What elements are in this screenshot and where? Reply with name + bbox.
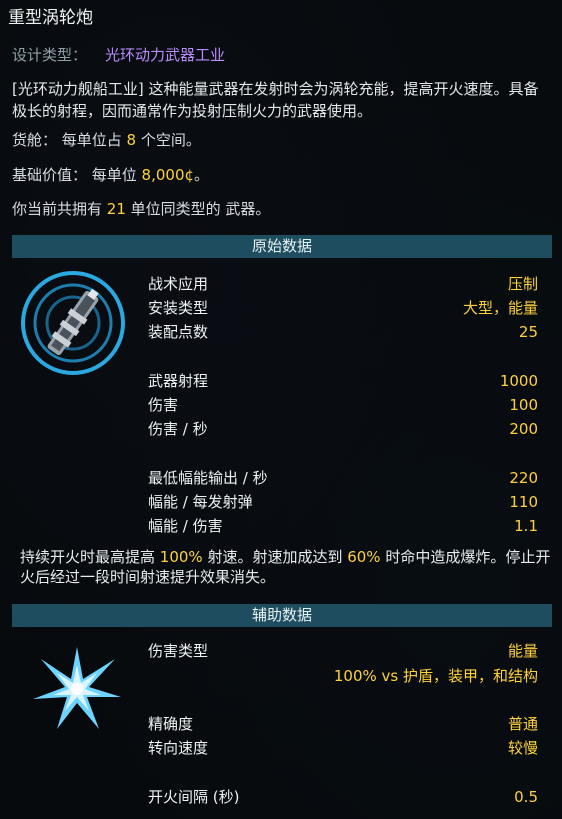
cargo-value: 8 <box>126 131 137 149</box>
stat-value-damage-effectiveness: 100% vs 护盾，装甲，和结构 <box>333 667 538 685</box>
stat-value-refire-delay: 0.5 <box>514 788 538 806</box>
weapon-name: 重型涡轮炮 <box>8 8 93 28</box>
design-type-label: 设计类型： <box>12 46 88 64</box>
turbo-cannon-weapon-icon <box>21 271 125 375</box>
stat-value-flux-per-sec: 220 <box>509 469 538 487</box>
weapon-description: [光环动力舰船工业] 这种能量武器在发射时会为涡轮充能，提高开火速度。具备极长的… <box>12 80 539 120</box>
cargo-suffix: 个空间。 <box>136 131 201 149</box>
stat-label-ordnance-points: 装配点数 <box>148 323 209 341</box>
cargo-line: 货舱： 每单位占 8 个空间。 <box>12 131 201 149</box>
stat-label-flux-per-damage: 幅能 / 伤害 <box>148 517 223 535</box>
stat-label-damage: 伤害 <box>148 396 179 414</box>
ancillary-data-header: 辅助数据 <box>12 604 552 627</box>
stat-value-damage-type: 能量 <box>507 642 538 660</box>
stat-value-flux-per-damage: 1.1 <box>514 517 538 535</box>
note-part-c: 射速。射速加成达到 <box>202 548 348 566</box>
stat-label-refire-delay: 开火间隔 (秒) <box>148 788 240 806</box>
stat-label-tactical-use: 战术应用 <box>148 275 209 293</box>
primary-data-title: 原始数据 <box>251 237 312 255</box>
owned-line: 你当前共拥有 21 单位同类型的 武器。 <box>12 200 270 218</box>
note-value-threshold: 60% <box>347 548 381 566</box>
price-prefix: 基础价值： 每单位 <box>12 166 142 184</box>
stat-label-dps: 伤害 / 秒 <box>148 420 208 438</box>
stat-value-range: 1000 <box>499 372 538 390</box>
stat-label-turn-rate: 转向速度 <box>148 739 209 757</box>
weapon-tooltip-panel: 重型涡轮炮 设计类型： 光环动力武器工业 [光环动力舰船工业] 这种能量武器在发… <box>0 0 562 819</box>
stat-label-flux-per-shot: 幅能 / 每发射弹 <box>148 493 253 511</box>
stat-label-flux-per-sec: 最低幅能输出 / 秒 <box>148 469 268 487</box>
price-suffix: 。 <box>194 166 210 184</box>
owned-prefix: 你当前共拥有 <box>12 200 107 218</box>
stat-value-accuracy: 普通 <box>507 715 538 733</box>
cargo-prefix: 货舱： 每单位占 <box>12 131 127 149</box>
design-type-value: 光环动力武器工业 <box>105 46 226 64</box>
ancillary-data-title: 辅助数据 <box>251 606 312 624</box>
stat-label-range: 武器射程 <box>148 372 209 390</box>
price-value: 8,000¢ <box>141 166 195 184</box>
price-line: 基础价值： 每单位 8,000¢。 <box>12 166 209 184</box>
primary-data-header: 原始数据 <box>12 235 552 258</box>
note-value-rate: 100% <box>159 548 203 566</box>
stat-value-mount-type: 大型，能量 <box>462 299 538 317</box>
owned-value: 21 <box>106 200 126 218</box>
stat-label-mount-type: 安装类型 <box>148 299 209 317</box>
stat-value-damage: 100 <box>509 396 538 414</box>
note-part-a: 持续开火时最高提高 <box>20 548 160 566</box>
stat-value-flux-per-shot: 110 <box>509 493 538 511</box>
stat-label-accuracy: 精确度 <box>148 715 194 733</box>
weapon-effect-note: 持续开火时最高提高 100% 射速。射速加成达到 60% 时命中造成爆炸。停止开… <box>20 547 560 587</box>
owned-suffix: 单位同类型的 武器。 <box>125 200 271 218</box>
stat-value-turn-rate: 较慢 <box>507 739 538 757</box>
stat-value-dps: 200 <box>509 420 538 438</box>
energy-burst-icon <box>33 647 121 729</box>
stat-label-damage-type: 伤害类型 <box>148 642 209 660</box>
stat-value-tactical-use: 压制 <box>507 275 538 293</box>
stat-value-ordnance-points: 25 <box>518 323 538 341</box>
